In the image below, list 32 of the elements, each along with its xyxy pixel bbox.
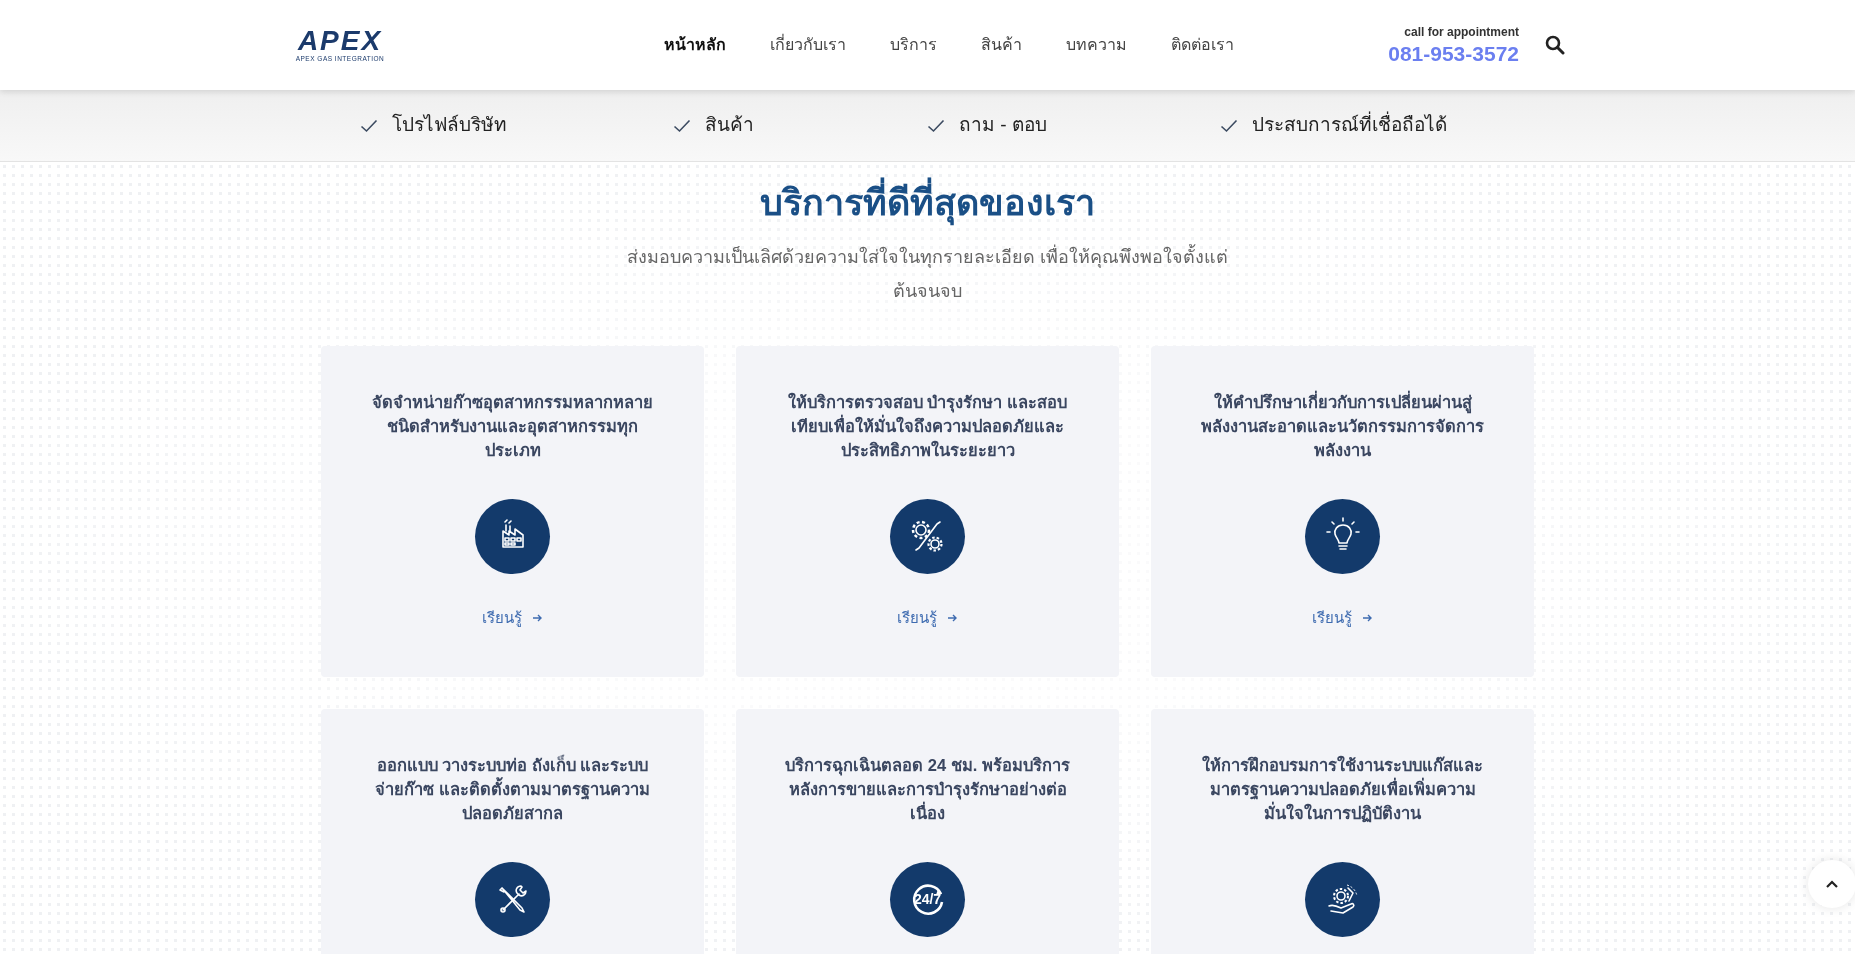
service-description: ออกแบบ วางระบบท่อ ถังเก็บ และระบบจ่ายก๊าซ และติดตั้งตามมาตรฐานความปลอดภัยสากล [374,753,651,824]
highlight-link[interactable]: ประสบการณ์ที่เชื่อถือได้ [1252,111,1447,140]
service-description: ให้คำปรึกษาเกี่ยวกับการเปลี่ยนผ่านสู่พลังงานสะอาดและนวัตกรรมการจัดการพลังงาน [1195,390,1490,462]
arrow-right-icon [1362,613,1373,624]
check-icon [927,118,945,133]
check-icon [360,118,378,133]
highlight-link[interactable]: สินค้า [705,111,754,140]
service-description: บริการฉุกเฉินตลอด 24 ชม. พร้อมบริการหลังการขายและการบำรุงรักษาอย่างต่อเนื่อง [784,755,1071,824]
highlight-link[interactable]: ถาม - ตอบ [959,111,1047,140]
learn-more-link[interactable]: เรียนรู้ [1312,607,1373,630]
chevron-up-icon [1825,879,1839,889]
nav-link[interactable]: บทความ [1066,33,1127,57]
service-description: ให้บริการตรวจสอบ บำรุงรักษา และสอบเทียบเพื่อให้มั่นใจถึงความปลอดภัยและประสิทธิภาพในระยะยาว [786,391,1069,461]
phone-link[interactable]: 081-953-3572 [1388,40,1519,68]
service-description: จัดจำหน่ายก๊าซอุตสาหกรรมหลากหลายชนิดสำหรับงานและอุตสาหกรรมทุกประเภท [371,392,654,461]
call-caption: call for appointment [1404,23,1519,41]
nav-link[interactable]: สินค้า [981,33,1022,57]
section-title: บริการที่ดีที่สุดของเรา [760,176,1095,230]
nav-link[interactable]: ติดต่อเรา [1171,33,1234,57]
nav-link[interactable]: บริการ [890,33,937,57]
check-icon [1220,118,1238,133]
search-icon[interactable] [1545,35,1565,55]
check-icon [673,118,691,133]
learn-more-link[interactable]: เรียนรู้ [482,607,543,630]
arrow-right-icon [532,613,543,624]
nav-link[interactable]: หน้าหลัก [664,33,726,57]
nav-link[interactable]: เกี่ยวกับเรา [770,33,846,57]
learn-more-link[interactable]: เรียนรู้ [897,607,958,630]
service-description: ให้การฝึกอบรมการใช้งานระบบแก๊สและมาตรฐานความปลอดภัยเพื่อเพิ่มความมั่นใจในการปฏิบัติงาน [1201,754,1484,825]
section-subtitle: ส่งมอบความเป็นเลิศด้วยความใส่ใจในทุกรายละเอียด เพื่อให้คุณพึงพอใจตั้งแต่ต้นจนจบ [617,240,1238,308]
highlight-link[interactable]: โปรไฟล์บริษัท [392,111,507,140]
arrow-right-icon [947,613,958,624]
